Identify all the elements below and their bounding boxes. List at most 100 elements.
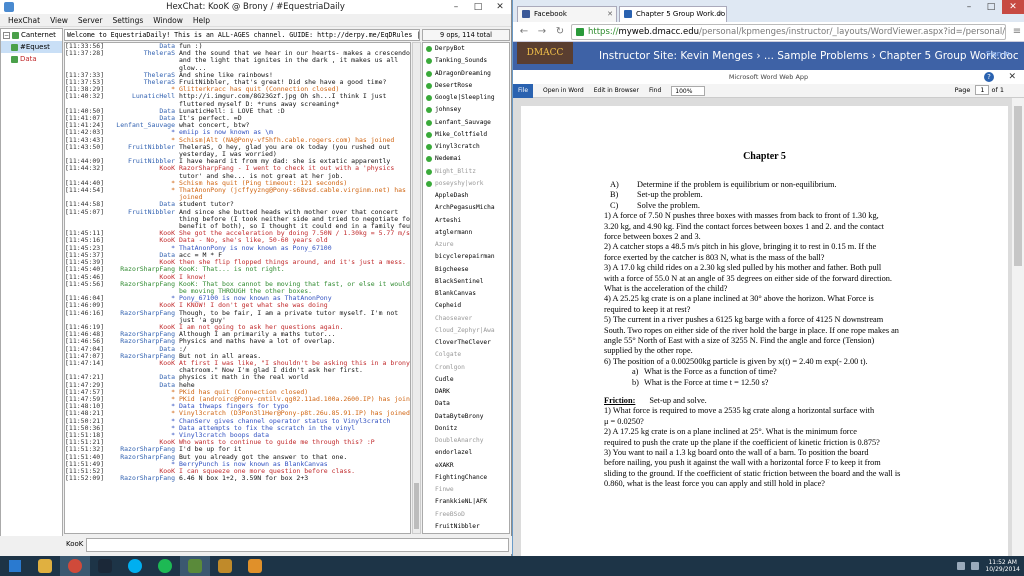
user-list[interactable]: DerpyBot Tanking_Sounds ADragonDreaming Des… (422, 42, 510, 534)
menu-item[interactable]: Server (78, 16, 103, 25)
taskbar-dos[interactable] (210, 556, 240, 576)
nick[interactable]: Data (99, 43, 179, 50)
close-icon[interactable]: ✕ (1008, 70, 1016, 84)
dmacc-logo[interactable]: DMACC (517, 42, 573, 64)
network-icon[interactable] (957, 562, 966, 570)
user-list-item[interactable]: Vinyl3cratch (423, 141, 509, 153)
menu-item[interactable]: Help (193, 16, 210, 25)
nick[interactable]: Data (99, 382, 179, 389)
taskbar-steam[interactable] (90, 556, 120, 576)
user-list-item[interactable]: Colgate (423, 349, 509, 361)
nick[interactable]: * (99, 418, 179, 425)
user-list-item[interactable]: FruitNibbler (423, 521, 509, 533)
user-list-item[interactable]: atglermann (423, 227, 509, 239)
close-tab-icon[interactable]: ✕ (607, 7, 613, 21)
nick[interactable] (99, 367, 179, 374)
user-list-item[interactable]: Data (423, 398, 509, 410)
nick[interactable]: Data (99, 346, 179, 353)
nick[interactable]: KooK (99, 468, 179, 475)
user-list-item[interactable]: Cepheid (423, 300, 509, 312)
help-icon[interactable]: ? (984, 72, 994, 82)
user-list-item[interactable]: Bigcheese (423, 264, 509, 276)
taskbar-skype[interactable] (120, 556, 150, 576)
user-list-item[interactable]: endorlazel (423, 447, 509, 459)
user-list-item[interactable]: bicyclerepairman (423, 251, 509, 263)
nick[interactable]: TheleraS (99, 72, 179, 79)
maximize-button[interactable]: □ (980, 0, 1002, 14)
nick[interactable]: Data (99, 115, 179, 122)
taskbar-spotify[interactable] (150, 556, 180, 576)
volume-icon[interactable] (971, 562, 980, 570)
nick[interactable]: RazorSharpFang (99, 446, 179, 453)
taskbar-hexchat[interactable] (180, 556, 210, 576)
input-nick-button[interactable]: KooK (66, 540, 83, 548)
nick[interactable]: * (99, 461, 179, 468)
user-list-item[interactable]: Arteshi (423, 215, 509, 227)
nick[interactable]: KooK (99, 324, 179, 331)
nick[interactable]: RazorSharpFang (99, 353, 179, 360)
menu-icon[interactable]: ≡ (1010, 25, 1024, 39)
user-list-item[interactable]: Finwe (423, 484, 509, 496)
user-list-item[interactable]: Donitz (423, 423, 509, 435)
edit-in-browser-button[interactable]: Edit in Browser (594, 87, 639, 94)
nick[interactable]: TheleraS (99, 79, 179, 86)
nick[interactable] (99, 151, 179, 158)
user-list-item[interactable]: FrankkieNL|AFK (423, 496, 509, 508)
user-list-item[interactable]: ADragonDreaming (423, 68, 509, 80)
sign-in-link[interactable]: Sign In (986, 50, 1010, 58)
menu-item[interactable]: View (50, 16, 68, 25)
nick[interactable]: Lenfant_Sauvage (99, 122, 179, 129)
taskbar-app-x[interactable] (240, 556, 270, 576)
nick[interactable]: * (99, 396, 179, 403)
nick[interactable]: KooK (99, 302, 179, 309)
chat-scrollbar[interactable] (412, 42, 421, 534)
user-list-item[interactable]: FreeBSoD (423, 509, 509, 521)
nick[interactable]: Data (99, 252, 179, 259)
user-list-item[interactable]: DataByteBrony (423, 411, 509, 423)
nick[interactable]: FruitNibbler (99, 158, 179, 165)
nick[interactable] (99, 101, 179, 108)
scrollbar-thumb[interactable] (1014, 106, 1022, 266)
user-list-item[interactable]: Lenfant_Sauvage (423, 117, 509, 129)
user-list-item[interactable]: ArchPegasusMicha (423, 202, 509, 214)
tab-chapter5[interactable]: Chapter 5 Group Work.do ✕ (619, 6, 727, 22)
nick[interactable]: KooK (99, 274, 179, 281)
nick[interactable]: * (99, 180, 179, 187)
nick[interactable]: Data (99, 108, 179, 115)
nick[interactable]: RazorSharpFang (99, 331, 179, 338)
forward-icon[interactable]: → (535, 25, 549, 39)
nick[interactable]: * (99, 425, 179, 432)
user-list-item[interactable]: BlankCanvas (423, 288, 509, 300)
nick[interactable]: * (99, 187, 179, 194)
find-button[interactable]: Find (649, 87, 661, 94)
nick[interactable]: * (99, 410, 179, 417)
nick[interactable]: RazorSharpFang (99, 338, 179, 345)
user-list-item[interactable]: BlackSentinel (423, 276, 509, 288)
open-in-word-button[interactable]: Open in Word (543, 87, 584, 94)
taskbar-chrome[interactable] (60, 556, 90, 576)
nick[interactable]: LunaticHell (99, 93, 179, 100)
nick[interactable]: * (99, 137, 179, 144)
user-list-item[interactable]: AppleDash (423, 190, 509, 202)
minimize-button[interactable]: – (958, 0, 980, 14)
user-list-item[interactable]: Azure (423, 239, 509, 251)
nick[interactable]: * (99, 295, 179, 302)
taskbar-windows-start[interactable] (0, 556, 30, 576)
nick[interactable]: * (99, 432, 179, 439)
clock[interactable]: 11:52 AM 10/29/2014 (985, 559, 1020, 573)
user-list-item[interactable]: Night_Blitz (423, 166, 509, 178)
chat-log[interactable]: [11:33:56] Data fun :) [11:37:28] TheleraS An… (64, 42, 411, 534)
user-list-item[interactable]: Tanking_Sounds (423, 55, 509, 67)
user-list-item[interactable]: DesertRose (423, 80, 509, 92)
nick[interactable]: RazorSharpFang (99, 475, 179, 482)
nick[interactable] (99, 288, 179, 295)
nick[interactable]: * (99, 403, 179, 410)
menu-item[interactable]: HexChat (8, 16, 40, 25)
file-button[interactable]: File (513, 83, 533, 98)
nick[interactable]: RazorSharpFang (99, 454, 179, 461)
user-list-item[interactable]: Cromlgon (423, 362, 509, 374)
user-list-item[interactable]: DARK (423, 386, 509, 398)
taskbar-explorer[interactable] (30, 556, 60, 576)
user-list-item[interactable]: poseyshy|work (423, 178, 509, 190)
nick[interactable] (99, 194, 179, 201)
